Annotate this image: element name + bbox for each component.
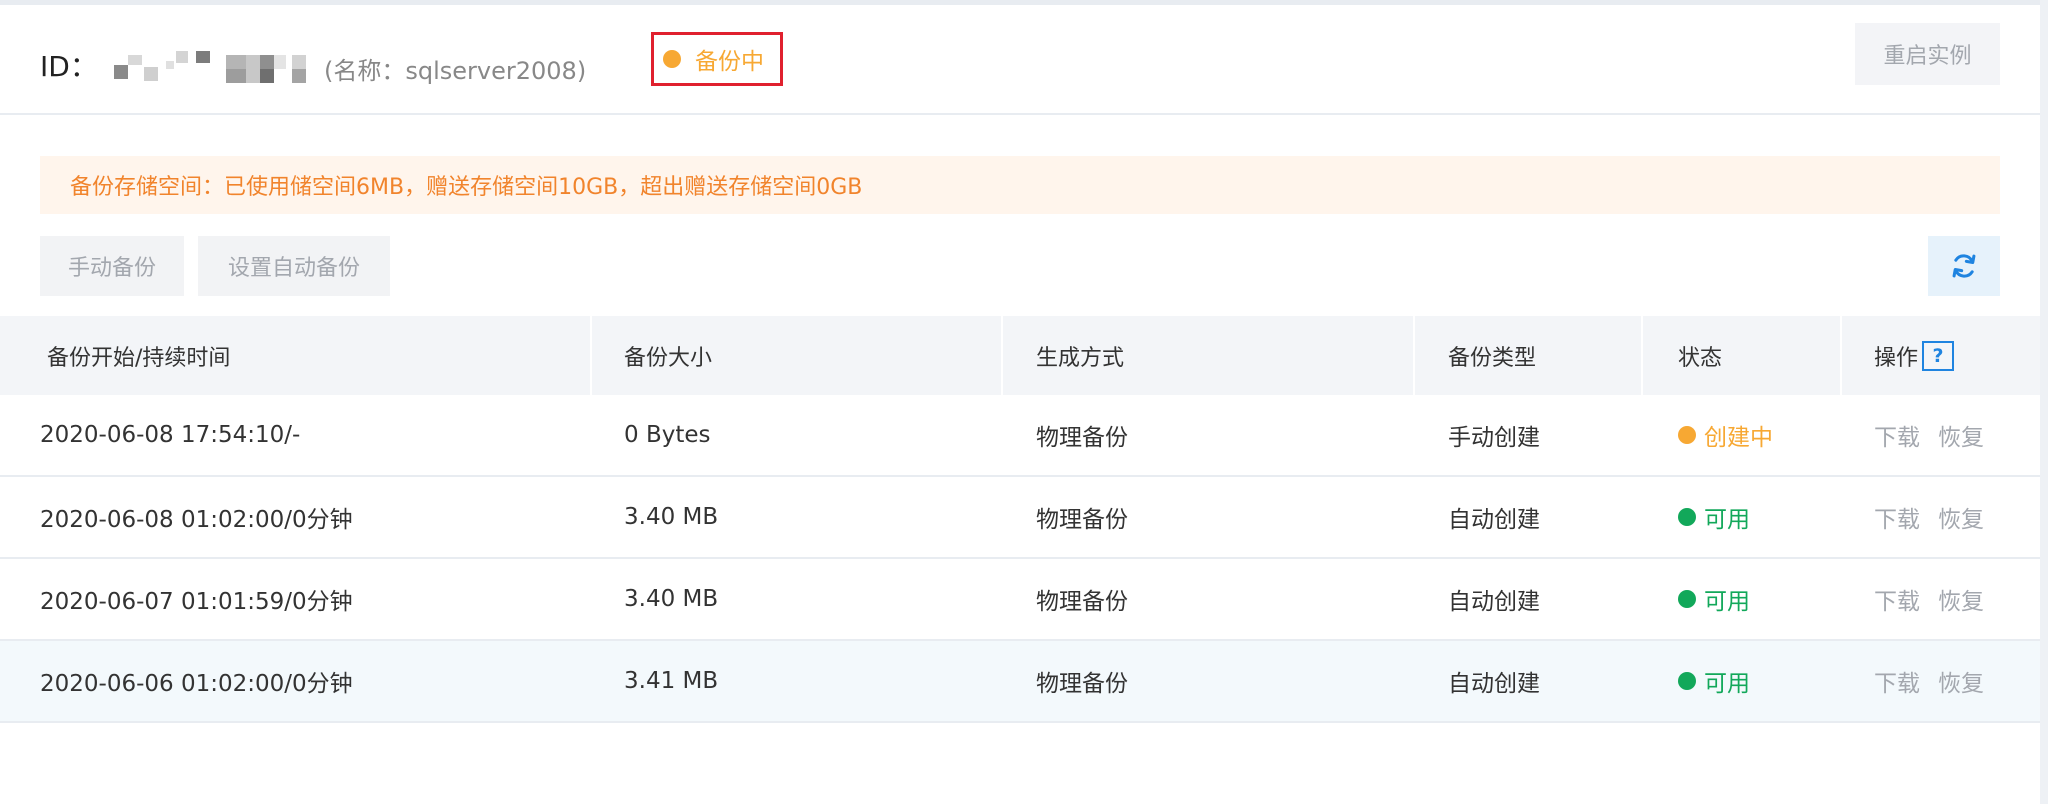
- backup-status-cell: 可用: [1678, 559, 1750, 639]
- restore-link[interactable]: 恢复: [1938, 418, 1984, 452]
- backup-table: 备份开始/持续时间 备份大小 生成方式 备份类型 状态 操作 ? 2020-06…: [0, 316, 2040, 723]
- column-header-status: 状态: [1678, 345, 1723, 371]
- actions-cell: 下载 恢复: [1874, 559, 2002, 639]
- restore-link[interactable]: 恢复: [1938, 664, 1984, 698]
- backup-size-cell: 3.40 MB: [624, 586, 719, 612]
- status-dot-icon: [1678, 590, 1696, 608]
- table-row: 2020-06-07 01:01:59/0分钟 3.40 MB 物理备份 自动创建 可用…: [0, 559, 2040, 641]
- backup-type-cell: 自动创建: [1448, 507, 1540, 533]
- backup-status-cell: 可用: [1678, 641, 1750, 721]
- restore-link[interactable]: 恢复: [1938, 582, 1984, 616]
- actions-cell: 下载 恢复: [1874, 641, 2002, 721]
- refresh-icon: [1952, 254, 1976, 278]
- status-dot-icon: [1678, 508, 1696, 526]
- actions-header-label: 操作: [1874, 345, 1919, 371]
- instance-status-text: 备份中: [695, 49, 764, 75]
- column-header-method: 生成方式: [1036, 345, 1125, 371]
- manual-backup-button[interactable]: 手动备份: [40, 236, 184, 296]
- table-row: 2020-06-06 01:02:00/0分钟 3.41 MB 物理备份 自动创建 可用…: [0, 641, 2040, 723]
- restore-link[interactable]: 恢复: [1938, 500, 1984, 534]
- column-header-time: 备份开始/持续时间: [47, 345, 231, 371]
- refresh-button[interactable]: [1928, 236, 2000, 296]
- help-icon[interactable]: ?: [1922, 340, 1955, 371]
- auto-backup-settings-button[interactable]: 设置自动备份: [198, 236, 390, 296]
- download-link[interactable]: 下载: [1874, 582, 1920, 616]
- status-dot-icon: [663, 50, 681, 68]
- download-link[interactable]: 下载: [1874, 500, 1920, 534]
- backup-method-cell: 物理备份: [1036, 671, 1128, 697]
- backup-time-cell: 2020-06-08 01:02:00/0分钟: [40, 507, 353, 533]
- backup-status-text: 创建中: [1704, 425, 1773, 451]
- backup-time-cell: 2020-06-07 01:01:59/0分钟: [40, 589, 353, 615]
- column-header-type: 备份类型: [1448, 345, 1537, 371]
- backup-time-cell: 2020-06-06 01:02:00/0分钟: [40, 671, 353, 697]
- backup-time-cell: 2020-06-08 17:54:10/-: [40, 422, 301, 448]
- backup-type-cell: 手动创建: [1448, 425, 1540, 451]
- table-row: 2020-06-08 17:54:10/- 0 Bytes 物理备份 手动创建 创建中 下…: [0, 395, 2040, 477]
- backup-size-cell: 3.40 MB: [624, 504, 719, 530]
- instance-name: (名称：sqlserver2008): [324, 57, 587, 85]
- download-link[interactable]: 下载: [1874, 664, 1920, 698]
- backup-status-text: 可用: [1704, 589, 1750, 615]
- masked-instance-id: [114, 51, 310, 83]
- table-body: 2020-06-08 17:54:10/- 0 Bytes 物理备份 手动创建 创建中下…: [0, 395, 2040, 723]
- instance-header: ID： (名称：sqlserver2008) 备份中 重启实例: [0, 5, 2040, 115]
- status-dot-icon: [1678, 672, 1696, 690]
- right-gutter: [2040, 0, 2048, 804]
- backup-method-cell: 物理备份: [1036, 589, 1128, 615]
- backup-method-cell: 物理备份: [1036, 425, 1128, 451]
- backup-size-cell: 3.41 MB: [624, 668, 719, 694]
- backup-size-cell: 0 Bytes: [624, 422, 711, 448]
- instance-id-label: ID：: [40, 50, 98, 83]
- status-dot-icon: [1678, 426, 1696, 444]
- actions-cell: 下载 恢复: [1874, 395, 2002, 475]
- backup-type-cell: 自动创建: [1448, 589, 1540, 615]
- backup-storage-notice: 备份存储空间：已使用储空间6MB，赠送存储空间10GB，超出赠送存储空间0GB: [40, 156, 2000, 214]
- column-header-size: 备份大小: [624, 345, 713, 371]
- restart-instance-button[interactable]: 重启实例: [1855, 23, 2000, 85]
- column-header-actions: 操作 ?: [1874, 316, 1955, 395]
- table-row: 2020-06-08 01:02:00/0分钟 3.40 MB 物理备份 自动创建 可用…: [0, 477, 2040, 559]
- backup-method-cell: 物理备份: [1036, 507, 1128, 533]
- backup-status-text: 可用: [1704, 671, 1750, 697]
- download-link[interactable]: 下载: [1874, 418, 1920, 452]
- backup-type-cell: 自动创建: [1448, 671, 1540, 697]
- backup-status-cell: 创建中: [1678, 395, 1773, 475]
- backup-status-text: 可用: [1704, 507, 1750, 533]
- backup-status-cell: 可用: [1678, 477, 1750, 557]
- actions-cell: 下载 恢复: [1874, 477, 2002, 557]
- table-header: 备份开始/持续时间 备份大小 生成方式 备份类型 状态 操作 ?: [0, 316, 2040, 395]
- instance-status-badge: 备份中: [651, 32, 783, 86]
